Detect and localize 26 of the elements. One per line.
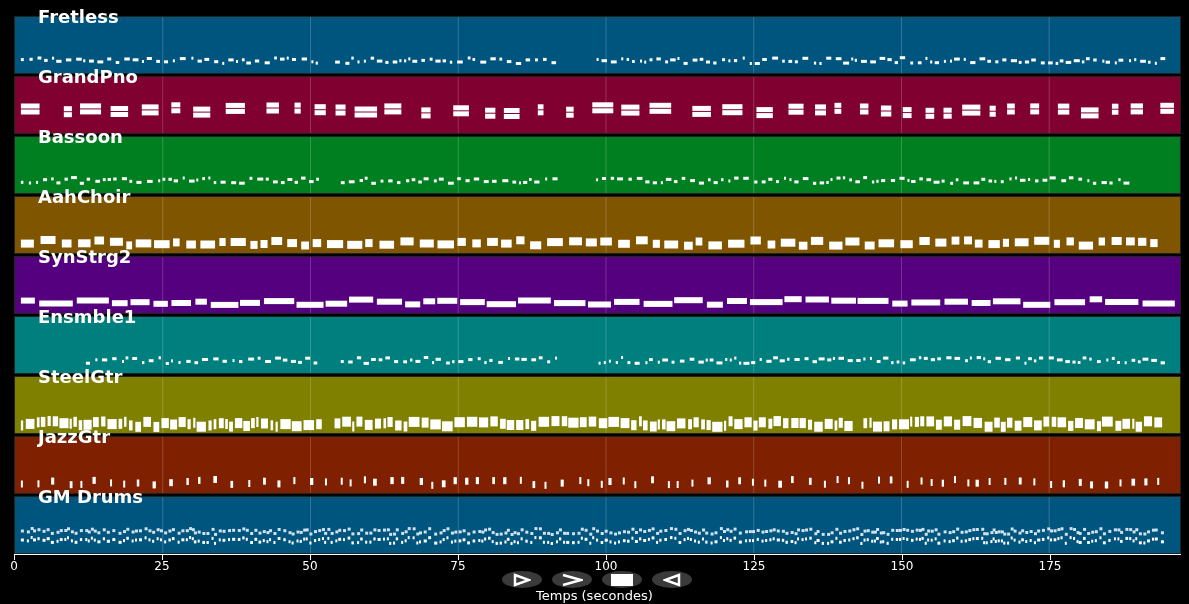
- tick-label: 50: [302, 559, 318, 573]
- back-button[interactable]: [652, 571, 692, 588]
- track-name: Bassoon: [38, 127, 123, 147]
- track-name: SynStrg2: [38, 247, 132, 267]
- track-name: Fretless: [38, 7, 119, 27]
- tick-label: 25: [154, 559, 170, 573]
- forward-button[interactable]: [552, 571, 592, 588]
- play-button[interactable]: [502, 571, 542, 588]
- track-name: GrandPno: [38, 67, 138, 87]
- track-name: Ensmble1: [38, 307, 137, 327]
- tick-label: 175: [1038, 559, 1062, 573]
- triangle-icon: [663, 572, 681, 587]
- tick-label: 125: [742, 559, 766, 573]
- track-name: SteelGtr: [38, 367, 123, 387]
- track-name: GM Drums: [38, 487, 144, 507]
- chevron-icon: [561, 572, 583, 587]
- tick-label: 100: [594, 559, 618, 573]
- triangle-icon: [513, 572, 531, 587]
- tick-label: 0: [10, 559, 18, 573]
- axis-title: Temps (secondes): [536, 588, 653, 603]
- square-icon: [611, 573, 633, 586]
- stop-button[interactable]: [602, 571, 642, 588]
- track-name: AahChoir: [38, 187, 131, 207]
- track-name: JazzGtr: [38, 427, 111, 447]
- tick-label: 75: [450, 559, 466, 573]
- tick-label: 150: [890, 559, 914, 573]
